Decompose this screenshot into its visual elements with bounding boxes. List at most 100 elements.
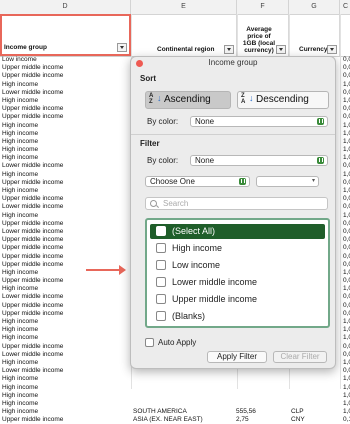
income-group-cell[interactable]: High income [2, 122, 38, 130]
column-letter-f[interactable]: F [237, 0, 289, 14]
continental-region-cell[interactable]: SOUTH AMERICA [133, 408, 187, 416]
income-group-cell[interactable]: High income [2, 375, 38, 383]
next-column-cell[interactable]: 1,0 [343, 81, 350, 89]
sort-ascending-button[interactable]: A Z ↓ Ascending [145, 91, 231, 109]
list-item-high-income[interactable]: High income [150, 241, 325, 256]
income-group-cell[interactable]: High income [2, 359, 38, 367]
list-item-lower-middle-income[interactable]: Lower middle income [150, 275, 325, 290]
income-group-cell[interactable]: Lower middle income [2, 228, 63, 236]
next-column-cell[interactable]: 0,0 [343, 236, 350, 244]
income-group-cell[interactable]: Upper middle income [2, 64, 63, 72]
sort-descending-button[interactable]: Z A ↓ Descending [237, 91, 329, 109]
checkbox[interactable] [156, 294, 166, 304]
next-column-cell[interactable]: 0,0 [343, 179, 350, 187]
income-group-cell[interactable]: Upper middle income [2, 310, 63, 318]
list-item-low-income[interactable]: Low income [150, 258, 325, 273]
filter-by-color-select[interactable]: None [190, 155, 328, 166]
avg-price-cell[interactable]: 2,75 [236, 416, 249, 424]
checkbox[interactable] [156, 277, 166, 287]
currency-cell[interactable]: CLP [291, 408, 304, 416]
income-group-cell[interactable]: Upper middle income [2, 105, 63, 113]
next-column-cell[interactable]: 1,0 [343, 130, 350, 138]
checkbox[interactable] [156, 226, 166, 236]
list-item-upper-middle-income[interactable]: Upper middle income [150, 292, 325, 307]
filter-dropdown-icon[interactable] [327, 45, 337, 54]
income-group-cell[interactable]: Upper middle income [2, 343, 63, 351]
next-column-cell[interactable]: 0,0 [343, 228, 350, 236]
income-group-cell[interactable]: Upper middle income [2, 244, 63, 252]
continental-region-header[interactable]: Continental region [131, 14, 237, 56]
column-letter-g[interactable]: G [289, 0, 340, 14]
next-column-cell[interactable]: 0,0 [343, 89, 350, 97]
next-column-cell[interactable]: 1,0 [343, 318, 350, 326]
income-group-cell[interactable]: Upper middle income [2, 236, 63, 244]
next-column-cell[interactable]: 1,0 [343, 326, 350, 334]
checkbox[interactable] [156, 243, 166, 253]
income-group-cell[interactable]: Upper middle income [2, 416, 63, 424]
next-column-cell[interactable]: 0,0 [343, 253, 350, 261]
avg-price-header[interactable]: Average price of 1GB (local currency) [237, 14, 289, 56]
next-column-cell[interactable]: 1,0 [343, 97, 350, 105]
next-column-cell[interactable]: 0,0 [343, 113, 350, 121]
income-group-cell[interactable]: High income [2, 408, 38, 416]
income-group-cell[interactable]: Low income [2, 56, 37, 64]
next-column-cell[interactable]: 0,0 [343, 310, 350, 318]
next-column-cell[interactable]: 0,0 [343, 56, 350, 64]
next-column-cell[interactable]: 1,0 [343, 359, 350, 367]
income-group-cell[interactable]: High income [2, 318, 38, 326]
income-group-cell[interactable]: Lower middle income [2, 367, 63, 375]
next-column-cell[interactable]: 1,0 [343, 392, 350, 400]
income-group-cell[interactable]: Upper middle income [2, 277, 63, 285]
next-column-cell[interactable]: 0,0 [343, 302, 350, 310]
next-column-cell[interactable]: 1,0 [343, 269, 350, 277]
income-group-cell[interactable]: High income [2, 138, 38, 146]
income-group-cell[interactable]: High income [2, 400, 38, 408]
continental-region-cell[interactable]: ASIA (EX. NEAR EAST) [133, 416, 203, 424]
income-group-cell[interactable]: Lower middle income [2, 293, 63, 301]
column-letter-d[interactable]: D [0, 0, 131, 14]
income-group-cell[interactable]: High income [2, 392, 38, 400]
income-group-cell[interactable]: High income [2, 154, 38, 162]
next-column-cell[interactable]: 0,0 [343, 293, 350, 301]
income-group-cell[interactable]: Lower middle income [2, 162, 63, 170]
currency-header[interactable]: Currency [289, 14, 340, 56]
next-column-cell[interactable]: 0,0 [343, 343, 350, 351]
next-column-cell[interactable]: 0,0 [343, 195, 350, 203]
next-column-cell[interactable]: 1,0 [343, 384, 350, 392]
income-group-cell[interactable]: High income [2, 130, 38, 138]
next-column-cell[interactable]: 0,0 [343, 367, 350, 375]
clear-filter-button[interactable]: Clear Filter [273, 351, 327, 363]
list-item-select-all[interactable]: (Select All) [150, 224, 325, 239]
income-group-cell[interactable]: Upper middle income [2, 253, 63, 261]
income-group-cell[interactable]: Upper middle income [2, 195, 63, 203]
income-group-cell[interactable]: Upper middle income [2, 302, 63, 310]
income-group-cell[interactable]: High income [2, 146, 38, 154]
next-column-cell[interactable]: 0,0 [343, 203, 350, 211]
next-column-cell[interactable]: 0,0 [343, 220, 350, 228]
column-letter-next[interactable]: C [340, 0, 350, 14]
income-group-cell[interactable]: High income [2, 326, 38, 334]
next-column-cell[interactable]: 0,0 [343, 277, 350, 285]
next-column-cell[interactable]: 0,0 [343, 261, 350, 269]
next-column-cell[interactable]: 1,0 [343, 334, 350, 342]
checkbox[interactable] [156, 260, 166, 270]
income-group-cell[interactable]: High income [2, 384, 38, 392]
income-group-cell[interactable]: High income [2, 285, 38, 293]
next-column-cell[interactable]: 1,0 [343, 146, 350, 154]
next-column-cell[interactable]: 1,0 [343, 375, 350, 383]
filter-dropdown-icon[interactable] [117, 43, 127, 52]
chevron-down-icon[interactable]: ▾ [312, 177, 315, 186]
checkbox[interactable] [145, 338, 154, 347]
next-column-cell[interactable]: 1,0 [343, 122, 350, 130]
income-group-cell[interactable]: Upper middle income [2, 179, 63, 187]
next-column-cell[interactable]: 1,0 [343, 212, 350, 220]
income-group-cell[interactable]: Upper middle income [2, 113, 63, 121]
apply-filter-button[interactable]: Apply Filter [207, 351, 267, 363]
next-column-cell[interactable]: 1,0 [343, 138, 350, 146]
column-letter-e[interactable]: E [131, 0, 237, 14]
income-group-cell[interactable]: High income [2, 212, 38, 220]
next-column-cell[interactable]: 1,0 [343, 171, 350, 179]
next-column-cell[interactable]: 1,0 [343, 400, 350, 408]
income-group-cell[interactable]: High income [2, 81, 38, 89]
next-column-cell[interactable]: 1,0 [343, 187, 350, 195]
